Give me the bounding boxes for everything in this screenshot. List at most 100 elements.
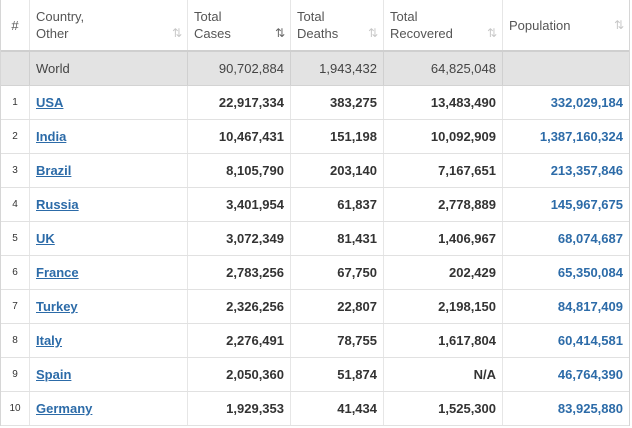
header-total-deaths[interactable]: Total Deaths ⇅ — [291, 0, 384, 50]
country-cell: India — [30, 120, 188, 153]
row-index: 1 — [1, 86, 30, 119]
row-index: 8 — [1, 324, 30, 357]
total-deaths-cell: 22,807 — [291, 290, 384, 323]
population-value: 213,357,846 — [550, 163, 623, 178]
world-population — [503, 52, 629, 85]
table-row: 3 Brazil 8,105,790 203,140 7,167,651 213,357,… — [1, 154, 629, 188]
country-link[interactable]: India — [36, 129, 66, 144]
world-label: World — [36, 61, 70, 76]
total-recovered-cell: 202,429 — [384, 256, 503, 289]
total-cases-cell: 2,783,256 — [188, 256, 291, 289]
country-cell: Italy — [30, 324, 188, 357]
total-deaths-cell: 203,140 — [291, 154, 384, 187]
country-link[interactable]: USA — [36, 95, 63, 110]
total-cases-cell: 2,326,256 — [188, 290, 291, 323]
sort-desc-icon[interactable]: ⇅ — [275, 25, 285, 42]
row-index: 10 — [1, 392, 30, 425]
total-deaths-cell: 151,198 — [291, 120, 384, 153]
population-cell: 60,414,581 — [503, 324, 629, 357]
sort-icon[interactable]: ⇅ — [614, 17, 624, 34]
total-recovered-cell: 1,406,967 — [384, 222, 503, 255]
country-cell: Germany — [30, 392, 188, 425]
world-label-cell: World — [30, 52, 188, 85]
population-value: 46,764,390 — [557, 367, 623, 382]
country-link[interactable]: Germany — [36, 401, 92, 416]
header-country[interactable]: Country, Other ⇅ — [30, 0, 188, 50]
population-value: 145,967,675 — [550, 197, 623, 212]
total-recovered-cell: 7,167,651 — [384, 154, 503, 187]
table-body: 1 USA 22,917,334 383,275 13,483,490 332,029,1… — [1, 86, 629, 426]
world-total-recovered: 64,825,048 — [384, 52, 503, 85]
sort-icon[interactable]: ⇅ — [172, 25, 182, 42]
table-row: 4 Russia 3,401,954 61,837 2,778,889 145,967,6… — [1, 188, 629, 222]
population-cell: 1,387,160,324 — [503, 120, 629, 153]
population-value: 1,387,160,324 — [539, 129, 623, 144]
header-country-label: Country, Other — [36, 9, 85, 41]
sort-icon[interactable]: ⇅ — [487, 25, 497, 42]
total-recovered-cell: 1,617,804 — [384, 324, 503, 357]
header-index-label: # — [11, 17, 19, 33]
header-index: # — [1, 0, 30, 50]
country-cell: Brazil — [30, 154, 188, 187]
country-cell: Spain — [30, 358, 188, 391]
header-total-recovered[interactable]: Total Recovered ⇅ — [384, 0, 503, 50]
country-cell: Russia — [30, 188, 188, 221]
population-cell: 83,925,880 — [503, 392, 629, 425]
population-cell: 68,074,687 — [503, 222, 629, 255]
population-cell: 46,764,390 — [503, 358, 629, 391]
country-link[interactable]: Russia — [36, 197, 79, 212]
table-header-row: # Country, Other ⇅ Total Cases ⇅ Total D… — [1, 0, 629, 52]
header-total-cases[interactable]: Total Cases ⇅ — [188, 0, 291, 50]
country-link[interactable]: Turkey — [36, 299, 78, 314]
header-total-recovered-label: Total Recovered — [390, 9, 453, 41]
table-row: 2 India 10,467,431 151,198 10,092,909 1,387,1… — [1, 120, 629, 154]
row-index: 7 — [1, 290, 30, 323]
row-index: 9 — [1, 358, 30, 391]
total-recovered-cell: N/A — [384, 358, 503, 391]
population-value: 65,350,084 — [557, 265, 623, 280]
population-cell: 84,817,409 — [503, 290, 629, 323]
population-value: 332,029,184 — [550, 95, 623, 110]
world-total-row: World 90,702,884 1,943,432 64,825,048 — [1, 52, 629, 86]
world-total-cases: 90,702,884 — [188, 52, 291, 85]
total-recovered-cell: 13,483,490 — [384, 86, 503, 119]
header-population-label: Population — [509, 17, 571, 33]
table-row: 6 France 2,783,256 67,750 202,429 65,350,084 — [1, 256, 629, 290]
country-link[interactable]: France — [36, 265, 79, 280]
total-deaths-cell: 51,874 — [291, 358, 384, 391]
total-cases-cell: 2,276,491 — [188, 324, 291, 357]
country-link[interactable]: UK — [36, 231, 55, 246]
row-index: 5 — [1, 222, 30, 255]
total-recovered-cell: 2,198,150 — [384, 290, 503, 323]
population-value: 83,925,880 — [557, 401, 623, 416]
population-cell: 213,357,846 — [503, 154, 629, 187]
country-cell: USA — [30, 86, 188, 119]
population-cell: 65,350,084 — [503, 256, 629, 289]
total-deaths-cell: 81,431 — [291, 222, 384, 255]
covid-stats-table: # Country, Other ⇅ Total Cases ⇅ Total D… — [0, 0, 630, 426]
total-recovered-cell: 1,525,300 — [384, 392, 503, 425]
header-total-deaths-label: Total Deaths — [297, 9, 339, 41]
total-recovered-cell: 2,778,889 — [384, 188, 503, 221]
total-recovered-cell: 10,092,909 — [384, 120, 503, 153]
world-index-cell — [1, 52, 30, 85]
row-index: 3 — [1, 154, 30, 187]
sort-icon[interactable]: ⇅ — [368, 25, 378, 42]
total-cases-cell: 3,401,954 — [188, 188, 291, 221]
country-link[interactable]: Italy — [36, 333, 62, 348]
row-index: 4 — [1, 188, 30, 221]
total-cases-cell: 2,050,360 — [188, 358, 291, 391]
country-link[interactable]: Brazil — [36, 163, 71, 178]
total-deaths-cell: 383,275 — [291, 86, 384, 119]
header-population[interactable]: Population ⇅ — [503, 0, 629, 50]
table-row: 7 Turkey 2,326,256 22,807 2,198,150 84,817,40… — [1, 290, 629, 324]
total-cases-cell: 22,917,334 — [188, 86, 291, 119]
row-index: 2 — [1, 120, 30, 153]
table-row: 8 Italy 2,276,491 78,755 1,617,804 60,414,581 — [1, 324, 629, 358]
country-link[interactable]: Spain — [36, 367, 71, 382]
table-row: 9 Spain 2,050,360 51,874 N/A 46,764,390 — [1, 358, 629, 392]
total-deaths-cell: 41,434 — [291, 392, 384, 425]
table-row: 5 UK 3,072,349 81,431 1,406,967 68,074,687 — [1, 222, 629, 256]
total-cases-cell: 8,105,790 — [188, 154, 291, 187]
population-cell: 145,967,675 — [503, 188, 629, 221]
